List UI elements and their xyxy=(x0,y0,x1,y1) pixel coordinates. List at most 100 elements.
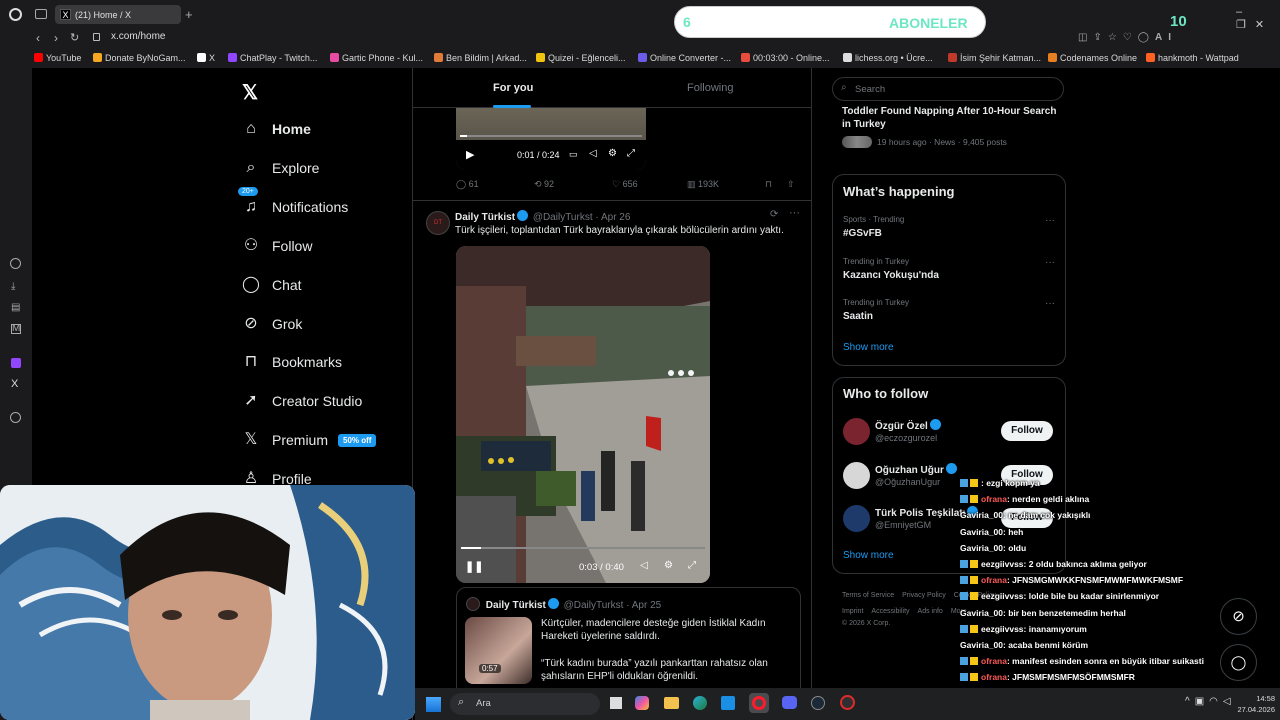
edge-icon[interactable] xyxy=(693,696,707,710)
avatar[interactable] xyxy=(843,418,870,445)
tab-for-you[interactable]: For you xyxy=(493,82,533,94)
bookmark-item[interactable]: Online Converter -... xyxy=(638,53,731,63)
forward-icon[interactable]: › xyxy=(54,31,58,45)
follow-suggestion[interactable]: Özgür Özel @eczozgurozel Follow xyxy=(833,418,1065,458)
post-video[interactable]: ❚❚ 0:03 / 0:40 ◁ ⚙ ⤢ xyxy=(456,246,710,583)
bookmark-item[interactable]: X xyxy=(197,53,215,63)
grok-fab[interactable]: ⊘ xyxy=(1220,598,1257,635)
workspaces-icon[interactable] xyxy=(35,9,47,19)
nav-item-creator-studio[interactable]: ➚ Creator Studio xyxy=(241,389,362,413)
bookmark-item[interactable]: Ben Bildim | Arkad... xyxy=(434,53,527,63)
trend-more-icon[interactable]: ··· xyxy=(1045,257,1055,268)
repost-button[interactable]: ⟲ 92 xyxy=(534,179,612,190)
opera-icon[interactable] xyxy=(749,693,769,713)
nav-item-follow[interactable]: ⚇ Follow xyxy=(241,234,313,258)
show-more-follows[interactable]: Show more xyxy=(843,550,894,561)
twitch-icon[interactable] xyxy=(11,358,21,368)
footer-privacy[interactable]: Privacy Policy xyxy=(902,592,946,599)
minimize-icon[interactable]: – xyxy=(1236,6,1251,18)
nav-item-home[interactable]: ⌂ Home xyxy=(241,117,311,141)
extensions-icon[interactable]: ◫ xyxy=(1078,32,1093,43)
profile-avatar-icon[interactable]: ◯ xyxy=(1138,32,1155,43)
copilot-icon[interactable] xyxy=(635,696,649,710)
nav-item-notifications[interactable]: ♫ Notifications 20+ xyxy=(237,185,348,219)
clock-icon[interactable] xyxy=(10,412,21,423)
nav-item-premium[interactable]: 𝕏 Premium 50% off xyxy=(241,428,377,452)
volume-icon[interactable]: ◁ xyxy=(589,148,597,159)
nav-item-chat[interactable]: ◯ Chat xyxy=(241,273,302,297)
fullscreen-icon[interactable]: ⤢ xyxy=(627,148,635,159)
nav-item-grok[interactable]: ⊘ Grok xyxy=(241,312,302,336)
clock[interactable]: 14:58 27.04.2026 xyxy=(1220,693,1275,715)
trend-item[interactable]: Trending in Turkey Saatin ··· xyxy=(843,298,1055,322)
back-icon[interactable]: ‹ xyxy=(36,31,40,45)
pause-icon[interactable]: ❚❚ xyxy=(465,560,483,573)
tray-chevron-icon[interactable]: ^ xyxy=(1185,696,1195,707)
post-handle[interactable]: @DailyTurkst xyxy=(533,212,593,223)
bookmark-item[interactable]: YouTube xyxy=(34,53,81,63)
browser-tab-active[interactable]: X (21) Home / X xyxy=(55,5,181,24)
grok-post-icon[interactable]: ⟳ xyxy=(770,209,778,220)
bookmark-item[interactable]: Donate ByNoGam... xyxy=(93,53,186,63)
x-panel-icon[interactable]: X xyxy=(11,378,18,390)
tray-app-icon[interactable]: ▣ xyxy=(1195,696,1209,707)
footer-accessibility[interactable]: Accessibility xyxy=(871,608,909,615)
bookmark-item[interactable]: Codenames Online xyxy=(1048,53,1137,63)
file-explorer-icon[interactable] xyxy=(664,697,679,709)
more-options-icon[interactable]: ··· xyxy=(789,207,800,219)
bookmark-item[interactable]: hankmoth - Wattpad xyxy=(1146,53,1239,63)
share-icon[interactable]: ⇪ xyxy=(1093,32,1107,43)
trend-item[interactable]: Sports · Trending #GSvFB ··· xyxy=(843,215,1055,239)
avatar[interactable] xyxy=(843,461,870,489)
steam-icon[interactable] xyxy=(811,696,825,710)
captions-icon[interactable]: ▭ xyxy=(569,149,578,160)
taskbar-search[interactable]: ⌕ Ara xyxy=(450,693,600,715)
quote-thumbnail[interactable]: 0:57 xyxy=(465,617,532,684)
nav-item-bookmarks[interactable]: ⊓ Bookmarks xyxy=(241,350,342,374)
avatar[interactable] xyxy=(843,505,870,532)
news-item[interactable]: Toddler Found Napping After 10-Hour Sear… xyxy=(842,105,1057,148)
follow-button[interactable]: Follow xyxy=(1001,421,1053,441)
post-author[interactable]: Daily Türkist xyxy=(455,212,515,223)
mail-icon[interactable]: M xyxy=(11,324,21,334)
author-avatar[interactable]: DT xyxy=(426,211,450,235)
show-more-trends[interactable]: Show more xyxy=(843,342,894,353)
reload-icon[interactable]: ↻ xyxy=(70,31,79,44)
nav-item-explore[interactable]: ⌕ Explore xyxy=(241,156,320,180)
footer-ads[interactable]: Ads info xyxy=(918,608,943,615)
share-post-icon[interactable]: ⇧ xyxy=(787,179,795,190)
search-box[interactable]: ⌕ Search xyxy=(832,77,1064,101)
trend-more-icon[interactable]: ··· xyxy=(1045,215,1055,226)
notes-icon[interactable]: ▤ xyxy=(11,302,20,313)
discord-icon[interactable] xyxy=(782,696,797,709)
bookmark-item[interactable]: lichess.org • Ücre... xyxy=(843,53,933,63)
bookmark-item[interactable]: İsim Şehir Katman... xyxy=(948,53,1041,63)
tab-following[interactable]: Following xyxy=(687,82,733,94)
browser-logo-icon[interactable] xyxy=(9,8,22,21)
video-progress-bar[interactable] xyxy=(461,547,705,549)
footer-imprint[interactable]: Imprint xyxy=(842,608,863,615)
task-view-icon[interactable] xyxy=(610,697,622,709)
trend-more-icon[interactable]: ··· xyxy=(1045,298,1055,309)
play-icon[interactable]: ▶ xyxy=(466,148,474,161)
store-icon[interactable] xyxy=(721,696,735,710)
post-date[interactable]: Apr 26 xyxy=(601,212,630,223)
views-button[interactable]: ▥ 193K xyxy=(687,179,765,190)
heart-icon[interactable]: ♡ xyxy=(1123,32,1138,43)
settings-icon[interactable]: ⚙ xyxy=(608,148,617,159)
downloads-icon[interactable]: ⤓ xyxy=(11,281,15,292)
like-button[interactable]: ♡ 656 xyxy=(612,179,687,190)
obs-icon[interactable] xyxy=(840,695,855,710)
prev-post-video[interactable]: ▶ 0:01 / 0:24 ▭ ◁ ⚙ ⤢ xyxy=(456,108,646,170)
settings-icon[interactable]: ⚙ xyxy=(664,560,673,571)
new-tab-icon[interactable]: + xyxy=(185,7,193,22)
footer-terms[interactable]: Terms of Service xyxy=(842,592,894,599)
url-field[interactable]: x.com/home xyxy=(111,31,165,42)
video-progress-bar[interactable] xyxy=(460,135,642,137)
bookmark-post-icon[interactable]: ⊓ xyxy=(765,179,787,190)
bookmark-item[interactable]: Quizei - Eğlenceli... xyxy=(536,53,626,63)
x-logo-icon[interactable]: 𝕏 xyxy=(242,80,258,105)
history-icon[interactable] xyxy=(10,258,21,269)
windows-start-icon[interactable] xyxy=(426,697,441,712)
bookmark-item[interactable]: ChatPlay - Twitch... xyxy=(228,53,317,63)
